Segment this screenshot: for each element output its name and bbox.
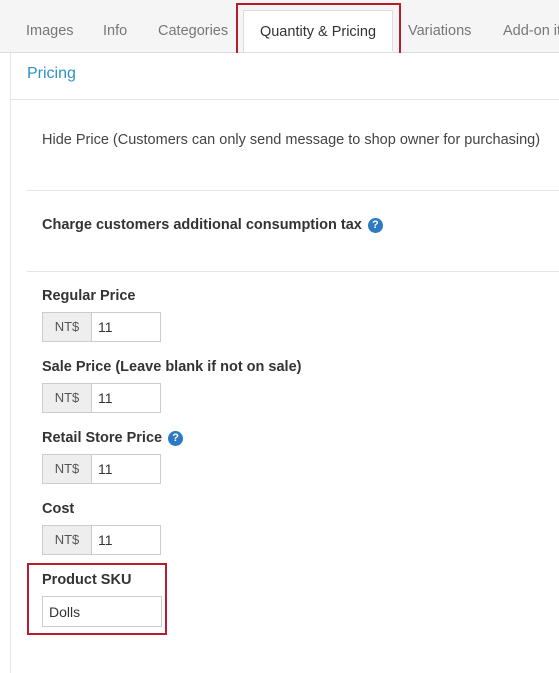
- product-sku-label: Product SKU: [42, 572, 131, 588]
- regular-price-label: Regular Price: [42, 288, 136, 304]
- pricing-panel: Pricing Hide Price (Customers can only s…: [10, 53, 559, 673]
- consumption-tax-option[interactable]: Charge customers additional consumption …: [42, 217, 383, 233]
- cost-label: Cost: [42, 501, 74, 517]
- tab-categories[interactable]: Categories: [158, 10, 228, 52]
- retail-store-price-label-text: Retail Store Price: [42, 430, 163, 446]
- regular-price-group: NT$: [42, 312, 161, 342]
- divider: [11, 99, 559, 100]
- sale-price-label-text: Sale Price (Leave blank if not on sale): [42, 359, 302, 375]
- hide-price-option[interactable]: Hide Price (Customers can only send mess…: [42, 132, 540, 148]
- currency-addon: NT$: [42, 525, 92, 555]
- cost-label-text: Cost: [42, 501, 75, 517]
- sale-price-input[interactable]: [92, 383, 161, 413]
- tab-bar: Images Info Categories Quantity & Pricin…: [0, 0, 559, 53]
- currency-addon: NT$: [42, 454, 92, 484]
- divider: [27, 271, 559, 272]
- help-icon[interactable]: ?: [367, 217, 383, 233]
- retail-store-price-label: Retail Store Price ?: [42, 430, 184, 446]
- regular-price-label-text: Regular Price: [42, 288, 136, 304]
- currency-addon: NT$: [42, 383, 92, 413]
- tab-images[interactable]: Images: [26, 10, 74, 52]
- retail-store-price-group: NT$: [42, 454, 161, 484]
- cost-group: NT$: [42, 525, 161, 555]
- sale-price-group: NT$: [42, 383, 161, 413]
- tab-variations[interactable]: Variations: [408, 10, 471, 52]
- consumption-tax-label: Charge customers additional consumption …: [42, 217, 362, 233]
- divider: [27, 190, 559, 191]
- section-title: Pricing: [27, 65, 76, 82]
- help-icon[interactable]: ?: [168, 430, 184, 446]
- tab-info[interactable]: Info: [103, 10, 127, 52]
- regular-price-input[interactable]: [92, 312, 161, 342]
- cost-input[interactable]: [92, 525, 161, 555]
- product-sku-input[interactable]: [42, 596, 162, 627]
- product-sku-label-text: Product SKU: [42, 572, 132, 588]
- tab-quantity-pricing[interactable]: Quantity & Pricing: [243, 10, 393, 52]
- retail-store-price-input[interactable]: [92, 454, 161, 484]
- sale-price-label: Sale Price (Leave blank if not on sale): [42, 359, 301, 375]
- tab-add-on-items[interactable]: Add-on it: [503, 10, 559, 52]
- currency-addon: NT$: [42, 312, 92, 342]
